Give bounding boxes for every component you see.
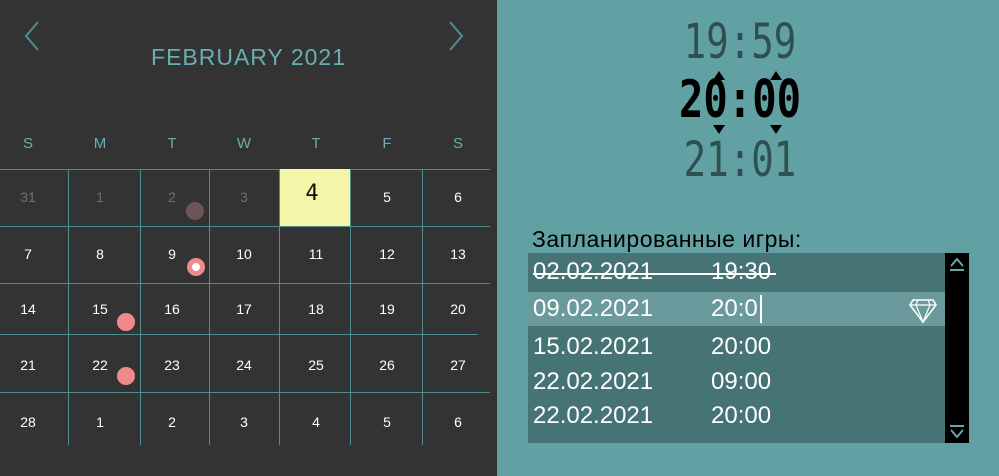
- past-game-marker: [186, 202, 204, 220]
- chevron-up-icon: [950, 257, 964, 271]
- triangle-down-icon: [770, 125, 782, 134]
- calendar-day[interactable]: 16: [152, 301, 192, 317]
- game-row[interactable]: 15.02.2021 20:00: [528, 330, 948, 364]
- weekday-sunday: S: [22, 135, 33, 152]
- calendar-day[interactable]: 5: [367, 414, 407, 430]
- game-row[interactable]: 22.02.2021 09:00: [528, 365, 948, 399]
- triangle-down-icon: [713, 125, 725, 134]
- game-date: 22.02.2021: [533, 402, 654, 429]
- calendar-day[interactable]: 3: [224, 414, 264, 430]
- games-scrollbar[interactable]: [945, 253, 969, 443]
- strikethrough-line: [533, 273, 776, 275]
- diamond-button[interactable]: [909, 294, 937, 324]
- text-cursor: [760, 295, 762, 323]
- calendar-day[interactable]: 21: [8, 357, 48, 373]
- time-option-next[interactable]: 21:01: [678, 132, 803, 188]
- calendar-day[interactable]: 4: [296, 414, 336, 430]
- grid-line: [68, 169, 69, 445]
- game-date: 09.02.2021: [533, 295, 654, 322]
- game-date: 15.02.2021: [533, 333, 654, 360]
- calendar-day[interactable]: 11: [296, 246, 336, 262]
- game-time: 19:30: [711, 258, 772, 285]
- scroll-up-button[interactable]: [947, 255, 967, 273]
- calendar-day[interactable]: 5: [367, 189, 407, 205]
- calendar-day[interactable]: 24: [224, 357, 264, 373]
- calendar-day[interactable]: 27: [438, 357, 478, 373]
- game-date: 22.02.2021: [533, 368, 654, 395]
- grid-line: [422, 169, 423, 445]
- grid-line: [140, 169, 141, 445]
- chevron-right-icon: [449, 21, 464, 51]
- calendar-day[interactable]: 31: [8, 189, 48, 205]
- calendar-day[interactable]: 2: [152, 189, 192, 205]
- scroll-down-button[interactable]: [947, 423, 967, 441]
- selected-game-marker: [187, 258, 205, 276]
- calendar-day[interactable]: 17: [224, 301, 264, 317]
- calendar-day[interactable]: 6: [438, 414, 478, 430]
- calendar-day[interactable]: 1: [80, 414, 120, 430]
- grid-line: [0, 283, 490, 284]
- game-date: 02.02.2021: [533, 258, 654, 285]
- game-time: 20:00: [711, 333, 772, 360]
- weekday-thursday: T: [311, 135, 321, 152]
- calendar-day[interactable]: 1: [80, 189, 120, 205]
- diamond-icon: [909, 299, 937, 324]
- game-time-input[interactable]: 20:0: [711, 295, 758, 323]
- month-title: FEBRUARY 2021: [151, 44, 346, 70]
- calendar-day[interactable]: 12: [367, 246, 407, 262]
- next-month-button[interactable]: [444, 18, 468, 54]
- calendar-panel: FEBRUARY 2021 S M T W T F S 31 1 2 3 4 5…: [0, 0, 497, 476]
- calendar-day[interactable]: 26: [367, 357, 407, 373]
- calendar-day[interactable]: 3: [224, 189, 264, 205]
- game-row-selected[interactable]: 09.02.2021 20:0: [528, 292, 948, 326]
- calendar-day[interactable]: 15: [80, 301, 120, 317]
- time-option-previous[interactable]: 19:59: [678, 14, 803, 70]
- weekday-wednesday: W: [236, 135, 252, 152]
- triangle-up-icon: [770, 71, 782, 80]
- triangle-up-icon: [713, 71, 725, 80]
- calendar-day[interactable]: 2: [152, 414, 192, 430]
- game-row[interactable]: 22.02.2021 20:00: [528, 399, 948, 433]
- calendar-day[interactable]: 14: [8, 301, 48, 317]
- scheduled-games-title: Запланированные игры:: [532, 226, 802, 252]
- scheduled-games-list: 02.02.2021 19:30 09.02.2021 20:0 15.02.2…: [528, 253, 948, 443]
- calendar-day[interactable]: 19: [367, 301, 407, 317]
- weekday-monday: M: [93, 135, 107, 152]
- calendar-day[interactable]: 25: [296, 357, 336, 373]
- time-option-current[interactable]: 20:00: [678, 70, 803, 130]
- grid-line: [0, 334, 478, 335]
- game-time: 20:00: [711, 402, 772, 429]
- calendar-day[interactable]: 10: [224, 246, 264, 262]
- grid-line: [350, 169, 351, 445]
- calendar-day[interactable]: 7: [8, 246, 48, 262]
- weekday-friday: F: [382, 135, 392, 152]
- calendar-day[interactable]: 8: [80, 246, 120, 262]
- game-marker: [117, 313, 135, 331]
- chevron-down-icon: [950, 425, 964, 439]
- weekday-tuesday: T: [167, 135, 177, 152]
- calendar-day[interactable]: 9: [152, 246, 192, 262]
- calendar-day[interactable]: 28: [8, 414, 48, 430]
- grid-line: [0, 169, 490, 170]
- calendar-day[interactable]: 18: [296, 301, 336, 317]
- game-marker: [117, 367, 135, 385]
- grid-line: [209, 169, 210, 445]
- hour-up-button[interactable]: [713, 71, 725, 80]
- grid-line: [0, 392, 490, 393]
- calendar-day[interactable]: 20: [438, 301, 478, 317]
- minute-up-button[interactable]: [770, 71, 782, 80]
- calendar-day[interactable]: 6: [438, 189, 478, 205]
- calendar-day-selected[interactable]: 4: [292, 181, 332, 206]
- calendar-day[interactable]: 22: [80, 357, 120, 373]
- minute-down-button[interactable]: [770, 125, 782, 134]
- weekday-saturday: S: [452, 135, 463, 152]
- game-time: 09:00: [711, 368, 772, 395]
- game-row-cancelled[interactable]: 02.02.2021 19:30: [528, 255, 948, 289]
- hour-down-button[interactable]: [713, 125, 725, 134]
- calendar-day[interactable]: 23: [152, 357, 192, 373]
- calendar-day[interactable]: 13: [438, 246, 478, 262]
- grid-line: [0, 226, 490, 227]
